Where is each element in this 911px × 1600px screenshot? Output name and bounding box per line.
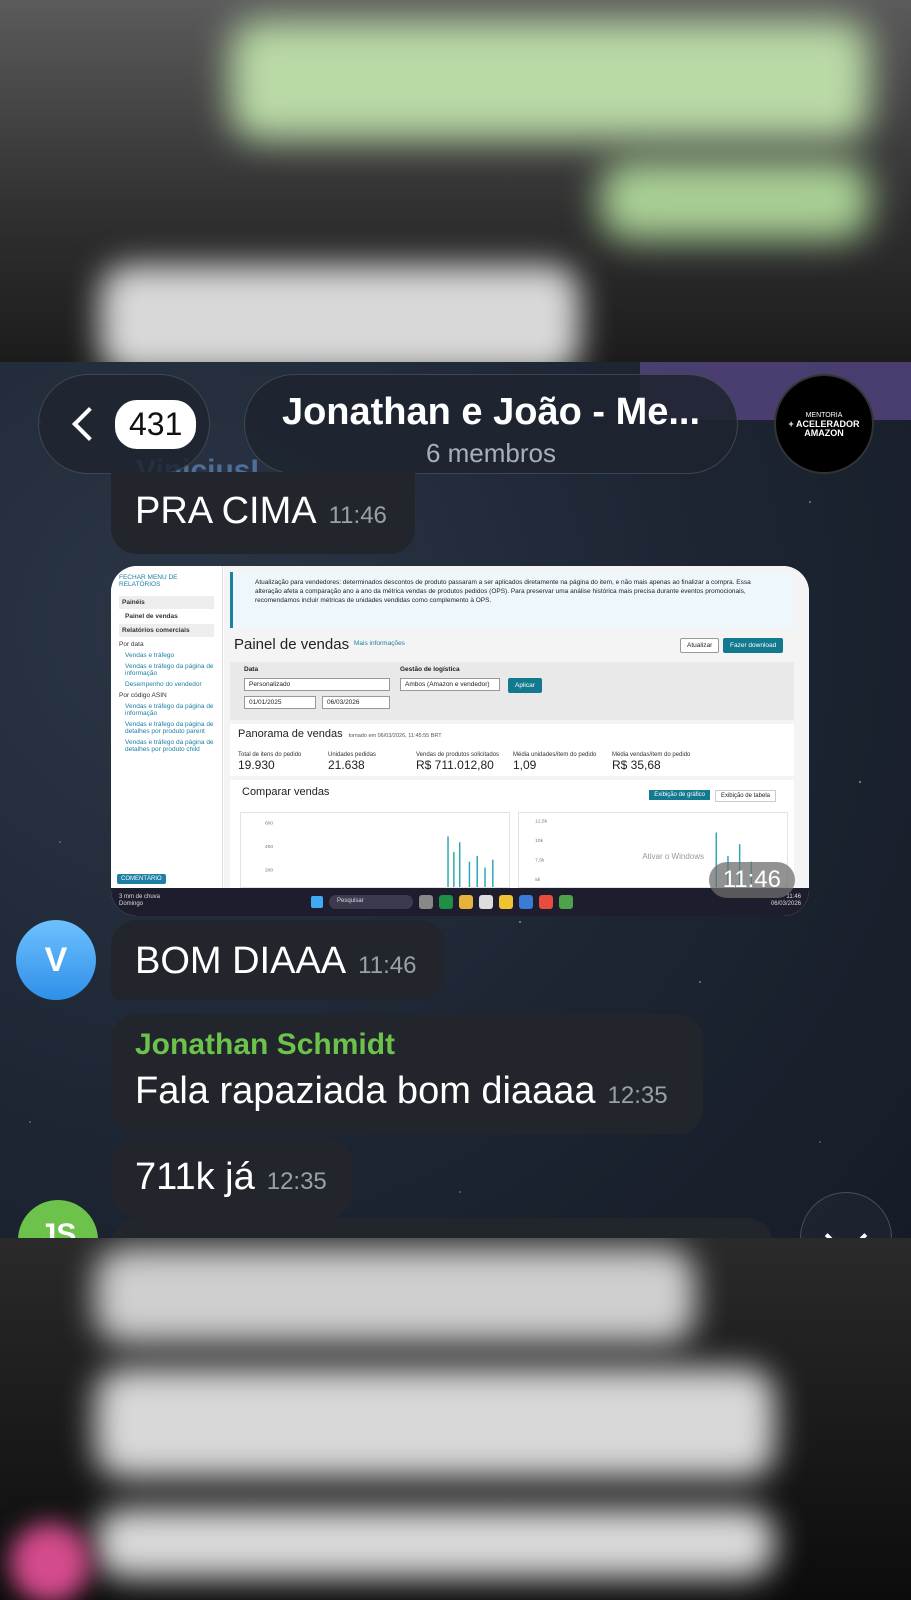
compare-sales: Comparar vendas Exibição de gráfico Exib… — [230, 780, 794, 888]
sender-name[interactable]: Jonathan Schmidt — [135, 1028, 679, 1062]
update-alert: Atualização para vendedores: determinado… — [230, 572, 794, 628]
message-time: 12:35 — [266, 1168, 327, 1195]
back-button[interactable]: 431 — [38, 374, 210, 474]
image-message[interactable]: FECHAR MENU DE RELATÓRIOS Painéis Painel… — [111, 566, 809, 916]
more-info-link: Mais informações — [354, 640, 405, 647]
report-main: Atualização para vendedores: determinado… — [224, 566, 809, 888]
message-time: 11:46 — [358, 952, 417, 979]
taskbar-app-icons — [419, 895, 573, 909]
message-bubble[interactable]: Jonathan Schmidt Fala rapaziada bom diaa… — [111, 1014, 703, 1134]
filters: Data Personalizado Gestão de logística A… — [230, 662, 794, 720]
svg-text:400: 400 — [265, 844, 273, 850]
svg-text:600: 600 — [265, 821, 273, 827]
chevron-left-icon — [72, 407, 106, 441]
report-title: Painel de vendas — [234, 636, 350, 653]
screen: ViniciusI 431 Jonathan e João - Me... 6 … — [0, 0, 911, 1600]
chart-left: 600 400 200 — [240, 812, 510, 888]
avatar[interactable]: V — [16, 920, 96, 1000]
svg-text:12,5k: 12,5k — [535, 819, 547, 825]
windows-watermark: Ativar o Windows — [642, 852, 704, 861]
chat-header[interactable]: Jonathan e João - Me... 6 membros — [244, 374, 738, 474]
unread-count-badge: 431 — [115, 399, 197, 449]
comment-tag: COMENTÁRIO — [117, 874, 166, 884]
windows-taskbar: 3 mm de chuva Domingo Pesquisar 11:46 06/0… — [111, 888, 809, 916]
svg-text:10k: 10k — [535, 838, 543, 844]
sales-summary: Panorama de vendas tomado em 06/03/2026, … — [230, 724, 794, 776]
update-button: Atualizar — [680, 638, 720, 653]
svg-text:200: 200 — [265, 867, 273, 873]
message-text: Fala rapaziada bom diaaaa — [135, 1070, 596, 1112]
message-bubble[interactable]: 711k já 12:35 — [111, 1138, 353, 1218]
chevron-down-icon — [824, 1214, 868, 1238]
group-avatar[interactable]: MENTORIA + ACELERADOR AMAZON — [774, 374, 874, 474]
message-time: 11:46 — [328, 502, 387, 529]
message-text: BOM DIAAA — [135, 940, 347, 982]
windows-start-icon — [311, 896, 323, 908]
message-bubble[interactable]: PRA CIMA 11:46 — [111, 472, 415, 554]
download-button: Fazer download — [723, 638, 784, 653]
blurred-background-bottom — [0, 1238, 911, 1600]
message-bubble[interactable]: BOM DIAAA 11:46 — [111, 920, 445, 1000]
taskbar-search: Pesquisar — [329, 895, 413, 909]
message-text: 711k já — [135, 1156, 255, 1198]
message-bubble[interactable] — [111, 1218, 773, 1238]
blurred-background-top — [0, 0, 911, 362]
report-sidebar: FECHAR MENU DE RELATÓRIOS Painéis Painel… — [111, 566, 223, 888]
svg-text:5k: 5k — [535, 877, 541, 883]
message-text: PRA CIMA — [135, 490, 317, 532]
image-time: 11:46 — [708, 862, 795, 898]
chat-title: Jonathan e João - Me... — [281, 391, 701, 433]
svg-text:7,5k: 7,5k — [535, 858, 545, 864]
message-time: 12:35 — [607, 1082, 668, 1109]
chat-preview[interactable]: ViniciusI 431 Jonathan e João - Me... 6 … — [0, 362, 911, 1238]
member-count: 6 membros — [425, 438, 557, 468]
